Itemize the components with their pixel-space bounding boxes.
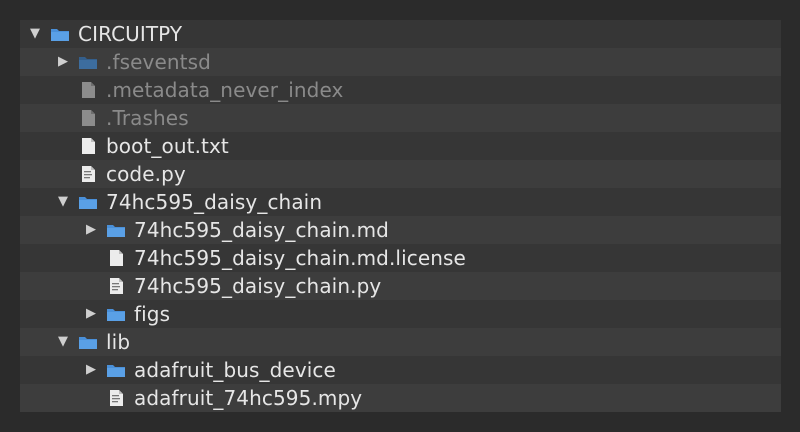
python-file-icon	[110, 278, 123, 294]
tree-row-fseventsd[interactable]: ▶ .fseventsd	[20, 48, 781, 76]
tree-row-metadata-never-index[interactable]: .metadata_never_index	[20, 76, 781, 104]
file-icon	[110, 250, 123, 266]
tree-row-74hc595-daisy-chain-md-license[interactable]: 74hc595_daisy_chain.md.license	[20, 244, 781, 272]
folder-icon	[51, 29, 69, 41]
folder-icon	[79, 197, 97, 209]
tree-row-adafruit-74hc595-mpy[interactable]: adafruit_74hc595.mpy	[20, 384, 781, 412]
file-tree: ▼ CIRCUITPY ▶ .fseventsd .metadata_never…	[20, 20, 781, 412]
file-icon	[82, 110, 95, 126]
tree-item-label: .Trashes	[106, 106, 189, 130]
collapsed-arrow-icon[interactable]: ▶	[84, 223, 98, 237]
python-file-icon	[82, 166, 95, 182]
collapsed-arrow-icon[interactable]: ▶	[84, 363, 98, 377]
tree-item-label: CIRCUITPY	[78, 22, 183, 46]
tree-item-label: .fseventsd	[106, 50, 211, 74]
folder-icon	[107, 365, 125, 377]
tree-row-trashes[interactable]: .Trashes	[20, 104, 781, 132]
tree-item-label: code.py	[106, 162, 186, 186]
folder-icon	[107, 309, 125, 321]
tree-item-label: .metadata_never_index	[106, 78, 344, 102]
tree-row-74hc595-daisy-chain-md[interactable]: ▶ 74hc595_daisy_chain.md	[20, 216, 781, 244]
python-file-icon	[110, 390, 123, 406]
folder-icon	[79, 337, 97, 349]
folder-icon	[79, 57, 97, 69]
expanded-arrow-icon[interactable]: ▼	[56, 335, 70, 349]
tree-item-label: 74hc595_daisy_chain.md.license	[134, 246, 466, 270]
tree-row-code-py[interactable]: code.py	[20, 160, 781, 188]
file-icon	[82, 82, 95, 98]
tree-row-circuitpy[interactable]: ▼ CIRCUITPY	[20, 20, 781, 48]
tree-item-label: boot_out.txt	[106, 134, 229, 158]
tree-row-74hc595-daisy-chain[interactable]: ▼ 74hc595_daisy_chain	[20, 188, 781, 216]
expanded-arrow-icon[interactable]: ▼	[28, 27, 42, 41]
tree-row-boot-out[interactable]: boot_out.txt	[20, 132, 781, 160]
tree-item-label: 74hc595_daisy_chain.py	[134, 274, 382, 298]
tree-row-lib[interactable]: ▼ lib	[20, 328, 781, 356]
file-icon	[82, 138, 95, 154]
tree-item-label: adafruit_74hc595.mpy	[134, 386, 363, 410]
tree-item-label: adafruit_bus_device	[134, 358, 336, 382]
collapsed-arrow-icon[interactable]: ▶	[56, 55, 70, 69]
tree-row-figs[interactable]: ▶ figs	[20, 300, 781, 328]
tree-item-label: 74hc595_daisy_chain.md	[134, 218, 389, 242]
expanded-arrow-icon[interactable]: ▼	[56, 195, 70, 209]
tree-item-label: 74hc595_daisy_chain	[106, 190, 323, 214]
folder-icon	[107, 225, 125, 237]
tree-item-label: figs	[134, 302, 171, 326]
tree-row-adafruit-bus-device[interactable]: ▶ adafruit_bus_device	[20, 356, 781, 384]
tree-row-74hc595-daisy-chain-py[interactable]: 74hc595_daisy_chain.py	[20, 272, 781, 300]
collapsed-arrow-icon[interactable]: ▶	[84, 307, 98, 321]
tree-item-label: lib	[106, 330, 131, 354]
